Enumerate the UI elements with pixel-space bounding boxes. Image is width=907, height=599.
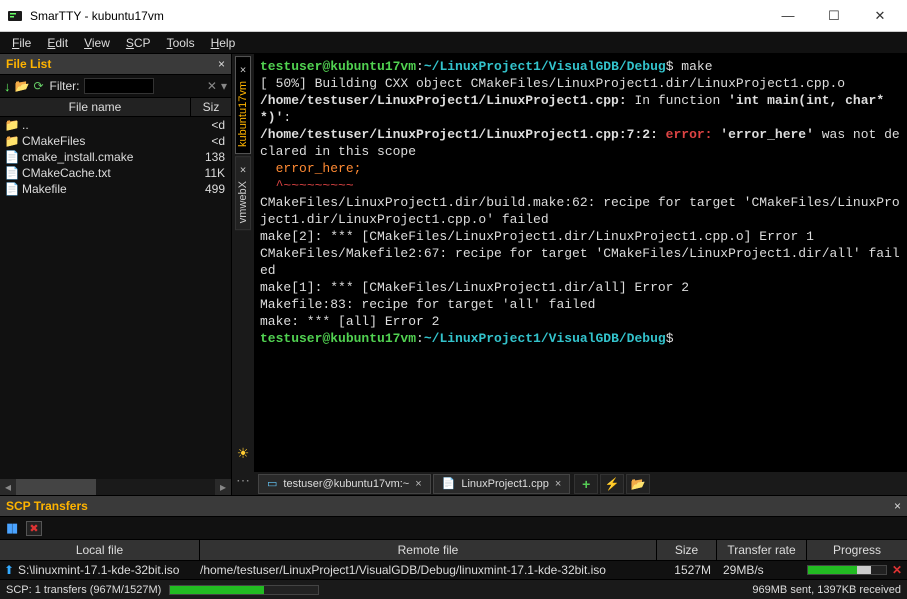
open-folder-icon[interactable]: 📂 bbox=[15, 79, 30, 93]
bottom-tab-terminal[interactable]: ▭ testuser@kubuntu17vm:~ × bbox=[258, 474, 431, 494]
terminal[interactable]: testuser@kubuntu17vm:~/LinuxProject1/Vis… bbox=[254, 54, 907, 471]
maximize-button[interactable]: ☐ bbox=[811, 0, 857, 31]
menu-help[interactable]: Help bbox=[203, 34, 244, 52]
file-name: .. bbox=[22, 118, 187, 132]
action-button[interactable]: ⚡ bbox=[600, 474, 624, 494]
scp-rate: 29MB/s bbox=[717, 563, 807, 577]
file-name: cmake_install.cmake bbox=[22, 150, 187, 164]
titlebar: SmarTTY - kubuntu17vm — ☐ ✕ bbox=[0, 0, 907, 32]
file-name: CMakeCache.txt bbox=[22, 166, 187, 180]
download-arrow-icon[interactable]: ↓ bbox=[4, 79, 11, 94]
bottom-tab-label: LinuxProject1.cpp bbox=[461, 478, 548, 490]
status-left: SCP: 1 transfers (967M/1527M) bbox=[6, 584, 161, 596]
file-size: 499 bbox=[187, 182, 227, 196]
file-row[interactable]: 📁CMakeFiles<d bbox=[0, 133, 231, 149]
col-file-name[interactable]: File name bbox=[0, 98, 191, 116]
session-tab-label: kubuntu17vm bbox=[237, 81, 249, 147]
file-list-panel: File List × ↓ 📂 ⟳ Filter: ✕ ▾ File name … bbox=[0, 54, 232, 495]
scp-col-size[interactable]: Size bbox=[657, 540, 717, 560]
file-row[interactable]: 📁..<d bbox=[0, 117, 231, 133]
upload-arrow-icon: ⬆ bbox=[0, 563, 18, 577]
session-tab-label: vmwebX bbox=[237, 181, 249, 223]
delete-transfer-icon[interactable]: ✖ bbox=[26, 521, 41, 536]
file-list[interactable]: 📁..<d📁CMakeFiles<d📄cmake_install.cmake13… bbox=[0, 117, 231, 479]
file-size: 138 bbox=[187, 150, 227, 164]
menu-edit[interactable]: Edit bbox=[39, 34, 76, 52]
hscroll-right-icon[interactable]: ▸ bbox=[215, 480, 231, 494]
sun-icon[interactable]: ☀ bbox=[237, 445, 250, 462]
session-tab-vmwebx[interactable]: vmwebX × bbox=[235, 156, 251, 230]
bottom-tab-close-icon[interactable]: × bbox=[555, 478, 561, 490]
scp-panel: SCP Transfers × ▮▮ ✖ Local file Remote f… bbox=[0, 495, 907, 579]
scp-col-local[interactable]: Local file bbox=[0, 540, 200, 560]
scp-col-remote[interactable]: Remote file bbox=[200, 540, 657, 560]
file-size: <d bbox=[187, 118, 227, 132]
open-folder-button[interactable]: 📂 bbox=[626, 474, 650, 494]
file-list-title: File List bbox=[6, 57, 51, 71]
file-row[interactable]: 📄CMakeCache.txt11K bbox=[0, 165, 231, 181]
file-row[interactable]: 📄Makefile499 bbox=[0, 181, 231, 197]
window-title: SmarTTY - kubuntu17vm bbox=[30, 9, 765, 23]
scp-row[interactable]: ⬆ S:\linuxmint-17.1-kde-32bit.iso /home/… bbox=[0, 561, 907, 579]
scp-close-icon[interactable]: × bbox=[894, 499, 901, 513]
refresh-icon[interactable]: ⟳ bbox=[33, 79, 43, 93]
status-progress bbox=[169, 585, 319, 595]
file-icon: 📄 bbox=[4, 166, 20, 180]
scp-size: 1527M bbox=[657, 563, 717, 577]
file-size: 11K bbox=[187, 166, 227, 180]
menu-tools[interactable]: Tools bbox=[159, 34, 203, 52]
ellipsis-icon[interactable]: ⋯ bbox=[236, 472, 250, 489]
status-right: 969MB sent, 1397KB received bbox=[752, 584, 901, 596]
col-file-size[interactable]: Siz bbox=[191, 98, 231, 116]
file-icon: 📄 bbox=[4, 150, 20, 164]
file-row[interactable]: 📄cmake_install.cmake138 bbox=[0, 149, 231, 165]
new-tab-button[interactable]: + bbox=[574, 474, 598, 494]
close-window-button[interactable]: ✕ bbox=[857, 0, 903, 31]
pause-icon[interactable]: ▮▮ bbox=[6, 520, 16, 536]
folder-icon: 📁 bbox=[4, 118, 20, 132]
bottom-tab-label: testuser@kubuntu17vm:~ bbox=[283, 478, 409, 490]
file-icon: 📄 bbox=[4, 182, 20, 196]
bottom-tab-close-icon[interactable]: × bbox=[415, 478, 421, 490]
file-name: CMakeFiles bbox=[22, 134, 187, 148]
session-tab-kubuntu[interactable]: kubuntu17vm × bbox=[235, 56, 251, 154]
terminal-icon: ▭ bbox=[267, 477, 277, 490]
file-list-close-icon[interactable]: × bbox=[218, 57, 225, 71]
bottom-tabs: ▭ testuser@kubuntu17vm:~ × 📄 LinuxProjec… bbox=[254, 471, 907, 495]
file-name: Makefile bbox=[22, 182, 187, 196]
hscroll-left-icon[interactable]: ◂ bbox=[0, 480, 16, 494]
session-tab-close-icon[interactable]: × bbox=[237, 63, 249, 75]
session-tab-rail: kubuntu17vm × vmwebX × ☀ ⋯ bbox=[232, 54, 254, 495]
scp-cancel-icon[interactable]: ✕ bbox=[887, 563, 907, 577]
scp-col-progress[interactable]: Progress bbox=[807, 540, 907, 560]
filter-label: Filter: bbox=[50, 79, 80, 93]
file-icon: 📄 bbox=[442, 477, 456, 490]
filter-dropdown-icon[interactable]: ▾ bbox=[221, 79, 227, 93]
status-bar: SCP: 1 transfers (967M/1527M) 969MB sent… bbox=[0, 579, 907, 599]
menu-scp[interactable]: SCP bbox=[118, 34, 159, 52]
menubar: File Edit View SCP Tools Help bbox=[0, 32, 907, 54]
file-list-hscroll[interactable]: ◂ ▸ bbox=[0, 479, 231, 495]
app-icon bbox=[6, 7, 24, 25]
filter-input[interactable] bbox=[84, 78, 154, 94]
scp-local-file: S:\linuxmint-17.1-kde-32bit.iso bbox=[18, 563, 200, 577]
clear-filter-icon[interactable]: ✕ bbox=[207, 79, 217, 93]
minimize-button[interactable]: — bbox=[765, 0, 811, 31]
bottom-tab-file[interactable]: 📄 LinuxProject1.cpp × bbox=[433, 474, 571, 494]
scp-title: SCP Transfers bbox=[6, 499, 88, 513]
session-tab-close-icon[interactable]: × bbox=[237, 163, 249, 175]
menu-view[interactable]: View bbox=[76, 34, 118, 52]
scp-col-rate[interactable]: Transfer rate bbox=[717, 540, 807, 560]
scp-progress bbox=[807, 565, 887, 575]
file-size: <d bbox=[187, 134, 227, 148]
scp-remote-file: /home/testuser/LinuxProject1/VisualGDB/D… bbox=[200, 563, 657, 577]
menu-file[interactable]: File bbox=[4, 34, 39, 52]
folder-icon: 📁 bbox=[4, 134, 20, 148]
